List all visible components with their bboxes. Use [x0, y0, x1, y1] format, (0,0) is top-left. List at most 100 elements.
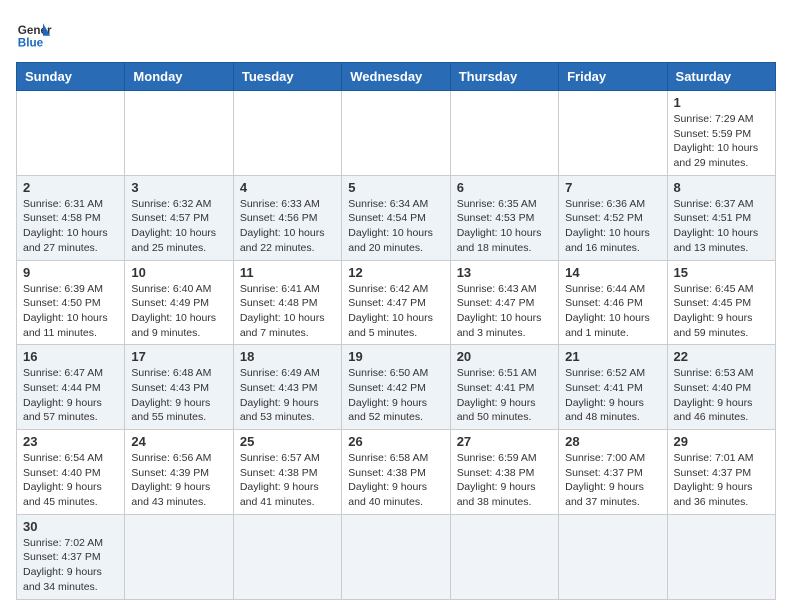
logo: General Blue — [16, 16, 52, 52]
day-info: Sunrise: 6:59 AM Sunset: 4:38 PM Dayligh… — [457, 451, 552, 510]
weekday-header-tuesday: Tuesday — [233, 63, 341, 91]
calendar-cell: 9 Sunrise: 6:39 AM Sunset: 4:50 PM Daylig… — [17, 260, 125, 345]
calendar-cell: 7Sunrise: 6:36 AM Sunset: 4:52 PM Daylig… — [559, 175, 667, 260]
day-info: Sunrise: 6:33 AM Sunset: 4:56 PM Dayligh… — [240, 197, 335, 256]
calendar-cell: 16 Sunrise: 6:47 AM Sunset: 4:44 PM Dayli… — [17, 345, 125, 430]
day-info: Sunrise: 6:44 AM Sunset: 4:46 PM Dayligh… — [565, 282, 660, 341]
calendar-cell — [559, 91, 667, 176]
page-header: General Blue — [16, 16, 776, 52]
week-row-1: 1Sunrise: 7:29 AM Sunset: 5:59 PM Daylig… — [17, 91, 776, 176]
day-number: 5 — [348, 180, 443, 195]
calendar-cell — [342, 514, 450, 599]
day-info: Sunrise: 6:35 AM Sunset: 4:53 PM Dayligh… — [457, 197, 552, 256]
calendar-cell: 5Sunrise: 6:34 AM Sunset: 4:54 PM Daylig… — [342, 175, 450, 260]
day-number: 17 — [131, 349, 226, 364]
week-row-3: 9 Sunrise: 6:39 AM Sunset: 4:50 PM Daylig… — [17, 260, 776, 345]
day-number: 4 — [240, 180, 335, 195]
day-info: Sunrise: 6:54 AM Sunset: 4:40 PM Dayligh… — [23, 451, 118, 510]
day-number: 6 — [457, 180, 552, 195]
day-number: 30 — [23, 519, 118, 534]
weekday-header-saturday: Saturday — [667, 63, 775, 91]
day-number: 25 — [240, 434, 335, 449]
calendar-cell: 12 Sunrise: 6:42 AM Sunset: 4:47 PM Dayli… — [342, 260, 450, 345]
day-number: 12 — [348, 265, 443, 280]
calendar-cell: 18Sunrise: 6:49 AM Sunset: 4:43 PM Dayli… — [233, 345, 341, 430]
day-number: 14 — [565, 265, 660, 280]
day-info: Sunrise: 6:31 AM Sunset: 4:58 PM Dayligh… — [23, 197, 118, 256]
day-number: 22 — [674, 349, 769, 364]
day-number: 20 — [457, 349, 552, 364]
weekday-header-friday: Friday — [559, 63, 667, 91]
day-number: 18 — [240, 349, 335, 364]
day-number: 16 — [23, 349, 118, 364]
day-info: Sunrise: 6:42 AM Sunset: 4:47 PM Dayligh… — [348, 282, 443, 341]
calendar-cell: 24 Sunrise: 6:56 AM Sunset: 4:39 PM Dayli… — [125, 430, 233, 515]
day-number: 2 — [23, 180, 118, 195]
day-number: 24 — [131, 434, 226, 449]
day-info: Sunrise: 7:02 AM Sunset: 4:37 PM Dayligh… — [23, 536, 118, 595]
calendar-cell: 13Sunrise: 6:43 AM Sunset: 4:47 PM Dayli… — [450, 260, 558, 345]
day-info: Sunrise: 6:50 AM Sunset: 4:42 PM Dayligh… — [348, 366, 443, 425]
week-row-2: 2 Sunrise: 6:31 AM Sunset: 4:58 PM Daylig… — [17, 175, 776, 260]
logo-icon: General Blue — [16, 16, 52, 52]
day-info: Sunrise: 6:32 AM Sunset: 4:57 PM Dayligh… — [131, 197, 226, 256]
calendar-cell — [450, 91, 558, 176]
day-number: 13 — [457, 265, 552, 280]
day-info: Sunrise: 6:51 AM Sunset: 4:41 PM Dayligh… — [457, 366, 552, 425]
day-info: Sunrise: 7:01 AM Sunset: 4:37 PM Dayligh… — [674, 451, 769, 510]
day-info: Sunrise: 6:36 AM Sunset: 4:52 PM Dayligh… — [565, 197, 660, 256]
calendar-cell: 21Sunrise: 6:52 AM Sunset: 4:41 PM Dayli… — [559, 345, 667, 430]
calendar-cell: 11Sunrise: 6:41 AM Sunset: 4:48 PM Dayli… — [233, 260, 341, 345]
week-row-6: 30 Sunrise: 7:02 AM Sunset: 4:37 PM Dayli… — [17, 514, 776, 599]
svg-text:Blue: Blue — [18, 37, 44, 50]
day-number: 8 — [674, 180, 769, 195]
calendar-cell: 25 Sunrise: 6:57 AM Sunset: 4:38 PM Dayli… — [233, 430, 341, 515]
day-info: Sunrise: 6:40 AM Sunset: 4:49 PM Dayligh… — [131, 282, 226, 341]
day-info: Sunrise: 6:39 AM Sunset: 4:50 PM Dayligh… — [23, 282, 118, 341]
day-number: 21 — [565, 349, 660, 364]
calendar-cell: 14 Sunrise: 6:44 AM Sunset: 4:46 PM Dayli… — [559, 260, 667, 345]
day-info: Sunrise: 6:47 AM Sunset: 4:44 PM Dayligh… — [23, 366, 118, 425]
weekday-header-monday: Monday — [125, 63, 233, 91]
calendar-cell: 15 Sunrise: 6:45 AM Sunset: 4:45 PM Dayli… — [667, 260, 775, 345]
day-info: Sunrise: 7:00 AM Sunset: 4:37 PM Dayligh… — [565, 451, 660, 510]
day-number: 9 — [23, 265, 118, 280]
calendar-cell — [233, 514, 341, 599]
day-number: 26 — [348, 434, 443, 449]
day-number: 10 — [131, 265, 226, 280]
weekday-header-wednesday: Wednesday — [342, 63, 450, 91]
calendar-cell — [125, 514, 233, 599]
day-info: Sunrise: 6:56 AM Sunset: 4:39 PM Dayligh… — [131, 451, 226, 510]
calendar-cell: 2 Sunrise: 6:31 AM Sunset: 4:58 PM Daylig… — [17, 175, 125, 260]
calendar-cell: 6 Sunrise: 6:35 AM Sunset: 4:53 PM Daylig… — [450, 175, 558, 260]
day-number: 3 — [131, 180, 226, 195]
day-info: Sunrise: 6:53 AM Sunset: 4:40 PM Dayligh… — [674, 366, 769, 425]
weekday-header-sunday: Sunday — [17, 63, 125, 91]
week-row-5: 23Sunrise: 6:54 AM Sunset: 4:40 PM Dayli… — [17, 430, 776, 515]
calendar-cell: 26Sunrise: 6:58 AM Sunset: 4:38 PM Dayli… — [342, 430, 450, 515]
calendar-cell: 4 Sunrise: 6:33 AM Sunset: 4:56 PM Daylig… — [233, 175, 341, 260]
calendar-cell: 17 Sunrise: 6:48 AM Sunset: 4:43 PM Dayli… — [125, 345, 233, 430]
day-info: Sunrise: 6:45 AM Sunset: 4:45 PM Dayligh… — [674, 282, 769, 341]
calendar-cell: 8 Sunrise: 6:37 AM Sunset: 4:51 PM Daylig… — [667, 175, 775, 260]
day-info: Sunrise: 6:41 AM Sunset: 4:48 PM Dayligh… — [240, 282, 335, 341]
day-info: Sunrise: 6:37 AM Sunset: 4:51 PM Dayligh… — [674, 197, 769, 256]
calendar-cell — [450, 514, 558, 599]
calendar-cell — [125, 91, 233, 176]
day-number: 29 — [674, 434, 769, 449]
day-info: Sunrise: 7:29 AM Sunset: 5:59 PM Dayligh… — [674, 112, 769, 171]
day-number: 15 — [674, 265, 769, 280]
calendar-cell: 10 Sunrise: 6:40 AM Sunset: 4:49 PM Dayli… — [125, 260, 233, 345]
calendar-cell — [667, 514, 775, 599]
calendar-cell — [342, 91, 450, 176]
day-info: Sunrise: 6:57 AM Sunset: 4:38 PM Dayligh… — [240, 451, 335, 510]
calendar-cell — [559, 514, 667, 599]
weekday-header-row: SundayMondayTuesdayWednesdayThursdayFrid… — [17, 63, 776, 91]
calendar-cell — [17, 91, 125, 176]
week-row-4: 16 Sunrise: 6:47 AM Sunset: 4:44 PM Dayli… — [17, 345, 776, 430]
day-number: 27 — [457, 434, 552, 449]
calendar-cell — [233, 91, 341, 176]
day-info: Sunrise: 6:48 AM Sunset: 4:43 PM Dayligh… — [131, 366, 226, 425]
calendar-cell: 1Sunrise: 7:29 AM Sunset: 5:59 PM Daylig… — [667, 91, 775, 176]
day-number: 28 — [565, 434, 660, 449]
